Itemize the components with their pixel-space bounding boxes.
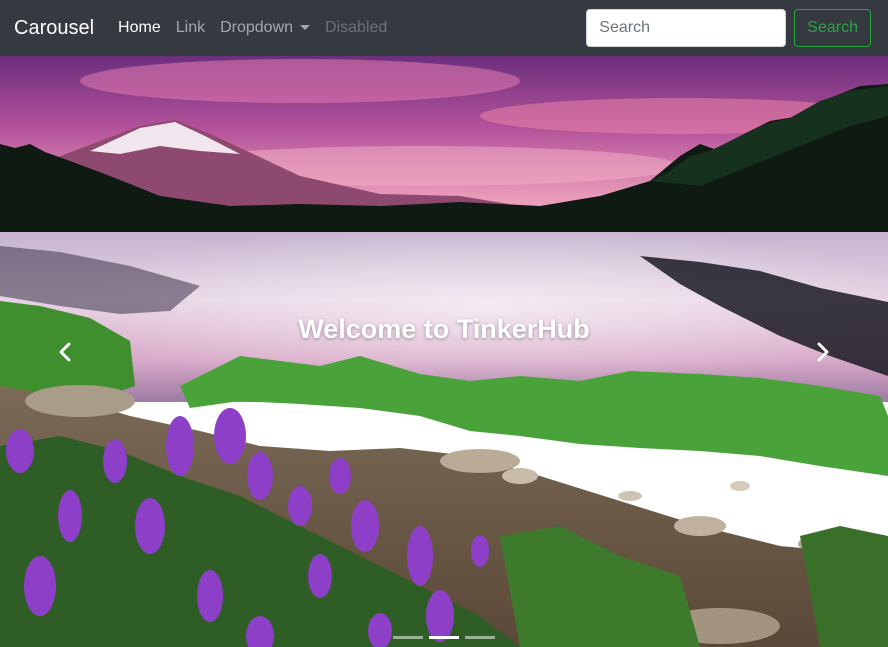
chevron-left-icon bbox=[59, 342, 71, 361]
search-input[interactable] bbox=[586, 9, 787, 47]
nav-dropdown-toggle[interactable]: Dropdown bbox=[220, 19, 311, 37]
carousel-caption: Welcome to TinkerHub bbox=[298, 314, 590, 344]
search-button[interactable]: Search bbox=[794, 9, 871, 47]
nav-links: Home Link Dropdown Disabled bbox=[118, 19, 402, 37]
navbar: Carousel Home Link Dropdown Disabled Sea… bbox=[0, 0, 888, 56]
carousel-indicator[interactable] bbox=[465, 636, 495, 639]
navbar-brand[interactable]: Carousel bbox=[14, 18, 94, 38]
carousel-indicator-active[interactable] bbox=[429, 636, 459, 639]
nav-link-link[interactable]: Link bbox=[176, 19, 205, 37]
carousel-prev-button[interactable] bbox=[0, 56, 130, 647]
carousel: Welcome to TinkerHub bbox=[0, 56, 888, 647]
nav-link-disabled: Disabled bbox=[325, 19, 388, 36]
carousel-indicators bbox=[0, 636, 888, 639]
nav-dropdown-label: Dropdown bbox=[220, 19, 294, 36]
nav-link-home[interactable]: Home bbox=[118, 19, 161, 37]
carousel-next-button[interactable] bbox=[758, 56, 888, 647]
chevron-right-icon bbox=[817, 342, 829, 361]
search-form: Search bbox=[586, 9, 871, 47]
slide-image bbox=[0, 56, 888, 647]
carousel-indicator[interactable] bbox=[393, 636, 423, 639]
caret-down-icon bbox=[300, 24, 311, 30]
